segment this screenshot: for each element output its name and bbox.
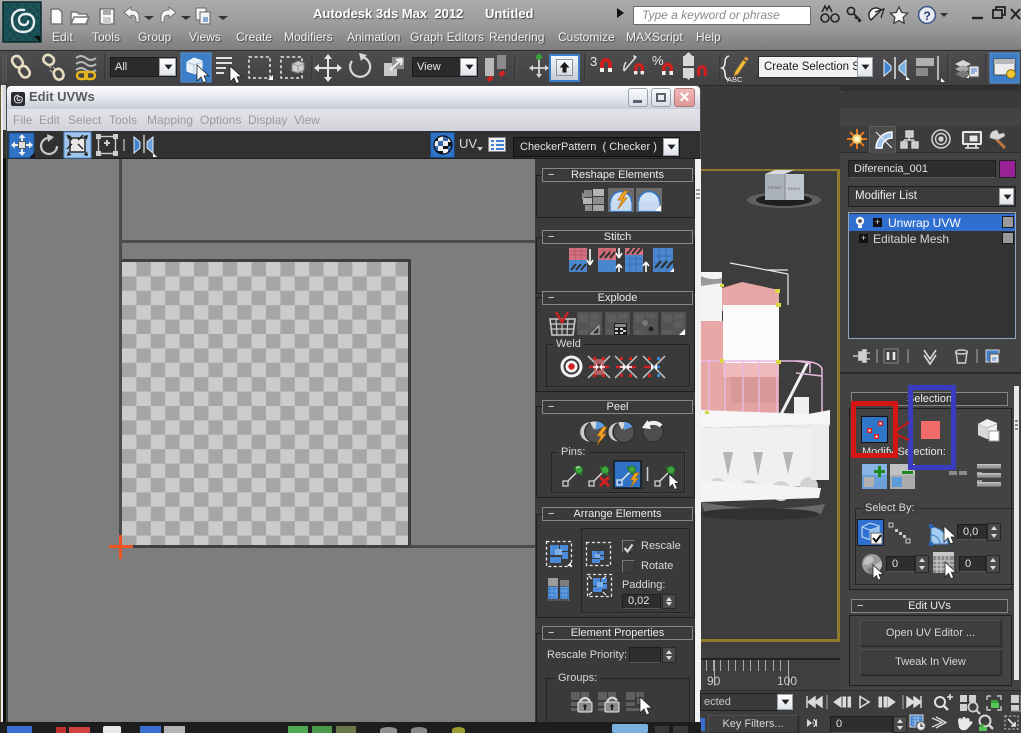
svg-text:ABC: ABC: [727, 75, 743, 84]
svg-text:RIGHT: RIGHT: [788, 186, 801, 191]
svg-text:%: %: [652, 53, 664, 68]
svg-text:3: 3: [590, 54, 597, 69]
svg-text:?: ?: [924, 9, 931, 23]
svg-text:FRONT: FRONT: [768, 185, 782, 190]
